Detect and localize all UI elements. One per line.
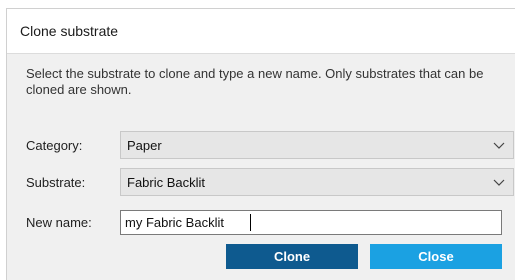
text-caret — [250, 214, 251, 231]
substrate-label: Substrate: — [26, 175, 86, 190]
new-name-label: New name: — [26, 215, 92, 230]
clone-substrate-dialog: Clone substrate Select the substrate to … — [6, 8, 515, 280]
new-name-field[interactable] — [120, 210, 502, 235]
category-dropdown[interactable]: Paper — [120, 131, 514, 159]
chevron-down-icon — [493, 142, 505, 149]
substrate-value: Fabric Backlit — [127, 175, 206, 190]
clone-button[interactable]: Clone — [226, 244, 358, 269]
category-value: Paper — [127, 138, 162, 153]
category-label: Category: — [26, 138, 83, 153]
dialog-title: Clone substrate — [20, 23, 119, 39]
dialog-titlebar: Clone substrate — [7, 9, 515, 54]
close-button[interactable]: Close — [370, 244, 502, 269]
dialog-description: Select the substrate to clone and type a… — [26, 66, 484, 97]
chevron-down-icon — [493, 179, 505, 186]
substrate-dropdown[interactable]: Fabric Backlit — [120, 168, 514, 196]
